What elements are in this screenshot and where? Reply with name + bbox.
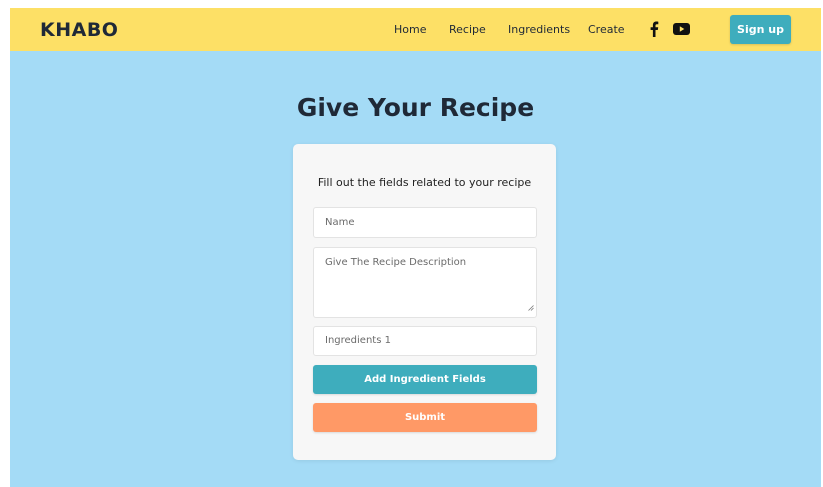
recipe-name-input[interactable]: Name bbox=[313, 207, 537, 238]
ingredient-1-input[interactable]: Ingredients 1 bbox=[313, 326, 537, 356]
recipe-description-textarea[interactable]: Give The Recipe Description bbox=[313, 247, 537, 318]
nav-link-ingredients[interactable]: Ingredients bbox=[508, 23, 570, 36]
youtube-icon[interactable] bbox=[673, 23, 690, 35]
app-frame: KHABO Home Recipe Ingredients Create Sig… bbox=[10, 8, 821, 487]
signup-button[interactable]: Sign up bbox=[730, 15, 791, 44]
top-navbar: KHABO Home Recipe Ingredients Create Sig… bbox=[10, 8, 821, 51]
resize-handle-icon[interactable] bbox=[528, 302, 534, 315]
nav-link-home[interactable]: Home bbox=[394, 23, 426, 36]
recipe-name-placeholder: Name bbox=[325, 217, 355, 228]
add-ingredient-fields-button[interactable]: Add Ingredient Fields bbox=[313, 365, 537, 394]
logo[interactable]: KHABO bbox=[40, 19, 118, 41]
nav-link-create[interactable]: Create bbox=[588, 23, 625, 36]
page-title: Give Your Recipe bbox=[296, 93, 535, 122]
ingredient-1-placeholder: Ingredients 1 bbox=[325, 335, 391, 346]
form-subtitle: Fill out the fields related to your reci… bbox=[317, 176, 532, 189]
facebook-icon[interactable] bbox=[649, 21, 659, 37]
submit-button[interactable]: Submit bbox=[313, 403, 537, 432]
recipe-description-placeholder: Give The Recipe Description bbox=[325, 257, 467, 268]
recipe-form-card: Fill out the fields related to your reci… bbox=[293, 144, 556, 460]
nav-link-recipe[interactable]: Recipe bbox=[449, 23, 486, 36]
